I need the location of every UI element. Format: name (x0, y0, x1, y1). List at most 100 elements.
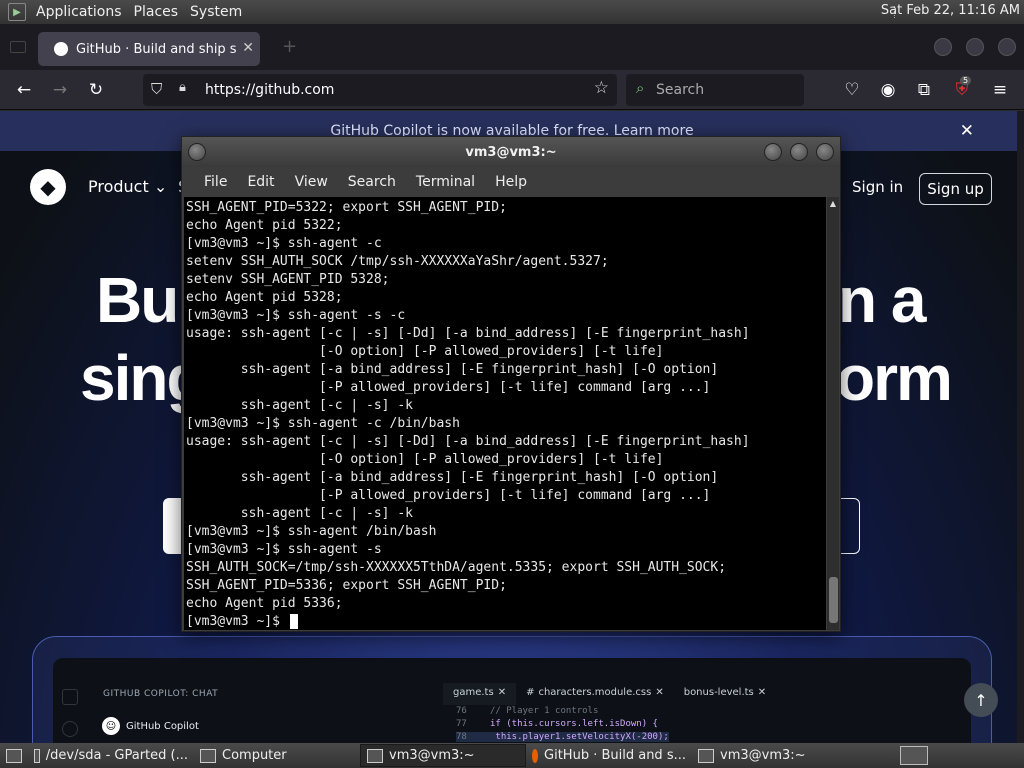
gparted-icon (34, 748, 40, 763)
terminal-output: SSH_AGENT_PID=5322; export SSH_AGENT_PID… (186, 199, 826, 613)
terminal-line: setenv SSH_AUTH_SOCK /tmp/ssh-XXXXXXaYaS… (186, 254, 609, 269)
menu-hamburger-icon[interactable]: ≡ (988, 79, 1012, 101)
lock-icon[interactable]: 🔒︎ (179, 80, 186, 95)
maximize-window-button[interactable] (966, 38, 984, 56)
menu-places[interactable]: Places (128, 4, 185, 20)
tab-overview-icon[interactable] (10, 41, 26, 53)
terminal-menu-view[interactable]: View (285, 174, 338, 190)
applications-icon[interactable]: ▶ (8, 3, 26, 21)
terminal-maximize-button[interactable] (790, 143, 808, 161)
terminal-minimize-button[interactable] (764, 143, 782, 161)
sign-in-link[interactable]: Sign in (852, 178, 903, 196)
terminal-menu-file[interactable]: File (194, 174, 237, 190)
github-logo-icon[interactable]: ◆ (30, 169, 66, 205)
terminal-close-button[interactable] (816, 143, 834, 161)
terminal-icon (367, 748, 383, 763)
terminal-window: vm3@vm3:~ File Edit View Search Terminal… (181, 136, 841, 632)
terminal-line: SSH_AGENT_PID=5322; export SSH_AGENT_PID… (186, 200, 507, 215)
hero-line2-right: orm (836, 342, 953, 414)
terminal-prompt: [vm3@vm3 ~]$ (186, 614, 288, 629)
terminal-scrollbar[interactable] (827, 197, 839, 630)
taskbar-item-computer[interactable]: Computer (194, 744, 360, 767)
terminal-line: [vm3@vm3 ~]$ ssh-agent /bin/bash (186, 524, 437, 539)
reload-icon[interactable]: ↻ (84, 79, 108, 101)
sign-up-button[interactable]: Sign up (919, 173, 992, 205)
terminal-prompt-line[interactable]: [vm3@vm3 ~]$ (186, 613, 826, 630)
terminal-cursor (289, 614, 298, 629)
computer-icon (200, 748, 216, 763)
terminal-line: [vm3@vm3 ~]$ ssh-agent -c (186, 236, 382, 251)
close-window-button[interactable] (998, 38, 1016, 56)
terminal-line: SSH_AGENT_PID=5336; export SSH_AGENT_PID… (186, 578, 507, 593)
hero-line1-right: n a (838, 264, 926, 336)
github-favicon-icon (54, 42, 68, 56)
taskbar-item-gparted[interactable]: /dev/sda - GParted (... (28, 744, 194, 767)
terminal-line: [-O option] [-P allowed_providers] [-t l… (186, 452, 664, 467)
tab-title: GitHub · Build and ship softw (76, 41, 236, 57)
terminal-window-menu-button[interactable] (188, 143, 206, 161)
close-banner-icon[interactable]: ✕ (960, 121, 974, 141)
terminal-line: usage: ssh-agent [-c | -s] [-Dd] [-a bin… (186, 326, 750, 341)
scroll-to-top-button[interactable]: ↑ (964, 683, 998, 717)
terminal-line: [vm3@vm3 ~]$ ssh-agent -c /bin/bash (186, 416, 460, 431)
desktop-icon (6, 748, 22, 763)
nav-product[interactable]: Product ⌄ (88, 177, 167, 196)
forward-icon[interactable]: → (48, 79, 72, 101)
close-tab-icon[interactable]: ✕ (242, 40, 254, 56)
terminal-menu-search[interactable]: Search (338, 174, 406, 190)
taskbar-item-terminal-1[interactable]: vm3@vm3:~ (360, 744, 526, 767)
terminal-line: [-P allowed_providers] [-t life] command… (186, 488, 711, 503)
explorer-icon (62, 689, 78, 705)
search-bar[interactable]: ⌕ Search (626, 74, 804, 106)
scroll-up-arrow-icon[interactable]: ▲ (827, 199, 839, 208)
terminal-menu-help[interactable]: Help (485, 174, 537, 190)
terminal-line: ssh-agent [-a bind_address] [-E fingerpr… (186, 362, 719, 377)
terminal-menu-edit[interactable]: Edit (237, 174, 284, 190)
terminal-line: [vm3@vm3 ~]$ ssh-agent -s -c (186, 308, 406, 323)
terminal-line: SSH_AUTH_SOCK=/tmp/ssh-XXXXXX5TthDA/agen… (186, 560, 727, 575)
editor-tab-characters: # characters.module.css ✕ (526, 687, 664, 698)
workspace-switcher[interactable] (900, 746, 928, 765)
terminal-scroll-thumb[interactable] (829, 577, 838, 623)
code-line: 76// Player 1 controls (456, 706, 599, 716)
menu-system[interactable]: System (184, 4, 248, 20)
terminal-screen[interactable]: SSH_AGENT_PID=5322; export SSH_AGENT_PID… (184, 197, 826, 630)
clock[interactable]: Sat Feb 22, 11:16 AM (881, 3, 1020, 18)
terminal-menubar: File Edit View Search Terminal Help (182, 167, 840, 197)
minimize-window-button[interactable] (934, 38, 952, 56)
terminal-line: echo Agent pid 5322; (186, 218, 343, 233)
show-desktop-button[interactable] (0, 744, 28, 767)
page-scrollbar[interactable] (1017, 111, 1024, 743)
firefox-icon (532, 748, 539, 763)
extensions-icon[interactable]: ⧉ (912, 79, 936, 101)
copilot-icon: ☺ (102, 717, 120, 735)
browser-tab-github[interactable]: GitHub · Build and ship softw ✕ (38, 32, 260, 66)
menu-applications[interactable]: Applications (30, 4, 128, 20)
url-text[interactable]: https://github.com (205, 82, 334, 98)
url-bar[interactable]: ⛉ 🔒︎ https://github.com ☆ (143, 74, 617, 106)
taskbar-item-firefox[interactable]: GitHub · Build and s... (526, 744, 692, 767)
bookmark-star-icon[interactable]: ☆ (594, 78, 609, 98)
taskbar-item-terminal-2[interactable]: vm3@vm3:~ (692, 744, 858, 767)
terminal-line: echo Agent pid 5328; (186, 290, 343, 305)
search-sidebar-icon (62, 721, 78, 737)
pocket-icon[interactable]: ♡ (840, 79, 864, 101)
extension-badge: 5 (960, 76, 972, 85)
terminal-titlebar[interactable]: vm3@vm3:~ (182, 137, 840, 167)
back-icon[interactable]: ← (12, 79, 36, 101)
terminal-line: ssh-agent [-c | -s] -k (186, 506, 413, 521)
terminal-line: setenv SSH_AGENT_PID 5328; (186, 272, 390, 287)
code-line: 77 if (this.cursors.left.isDown) { (456, 719, 658, 729)
new-tab-icon[interactable]: + (282, 36, 297, 57)
copilot-chat-label: GITHUB COPILOT: CHAT (103, 689, 219, 699)
account-icon[interactable]: ◉ (876, 79, 900, 101)
editor-tab-bonus: bonus-level.ts ✕ (683, 687, 767, 698)
terminal-line: ssh-agent [-a bind_address] [-E fingerpr… (186, 470, 719, 485)
search-placeholder: Search (656, 82, 705, 98)
terminal-menu-terminal[interactable]: Terminal (406, 174, 485, 190)
bottom-panel: /dev/sda - GParted (... Computer vm3@vm3… (0, 743, 1024, 768)
terminal-line: [-P allowed_providers] [-t life] command… (186, 380, 711, 395)
terminal-title: vm3@vm3:~ (465, 144, 557, 160)
tracking-shield-icon[interactable]: ⛉ (151, 80, 162, 98)
copilot-name: ☺ GitHub Copilot (102, 717, 199, 735)
